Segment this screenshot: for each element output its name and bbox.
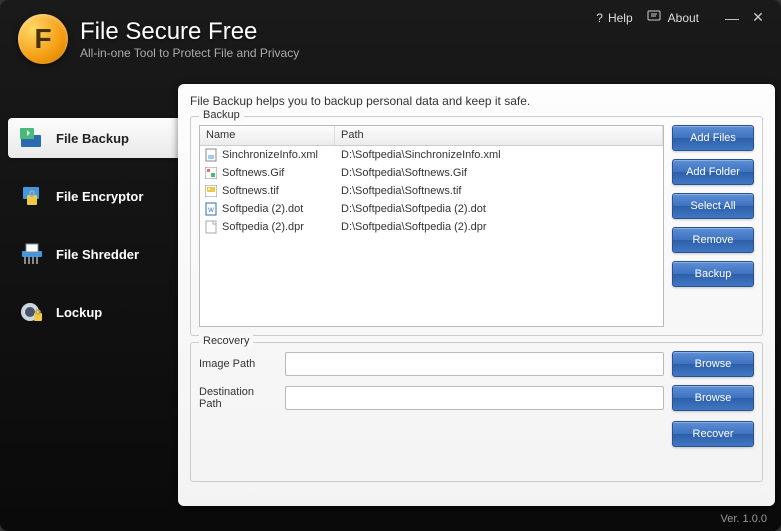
app-window: F File Secure Free All-in-one Tool to Pr… [0, 0, 781, 531]
file-path: D:\Softpedia\Softpedia (2).dot [335, 203, 663, 215]
sidebar-item-file-backup[interactable]: File Backup [8, 118, 178, 158]
about-label: About [668, 11, 699, 25]
table-row[interactable]: SinchronizeInfo.xml D:\Softpedia\Sinchro… [200, 146, 663, 164]
about-link[interactable]: About [647, 10, 699, 25]
column-name[interactable]: Name [200, 126, 335, 145]
browse-destination-button[interactable]: Browse [672, 385, 754, 411]
select-all-button[interactable]: Select All [672, 193, 754, 219]
backup-fieldset: Backup Name Path SinchronizeInfo.xml D:\… [190, 116, 763, 336]
window-buttons: — ✕ [723, 11, 767, 25]
sidebar-item-label: Lockup [56, 305, 102, 320]
table-header: Name Path [200, 126, 663, 146]
table-row[interactable]: Softpedia (2).dpr D:\Softpedia\Softpedia… [200, 218, 663, 236]
backup-buttons: Add Files Add Folder Select All Remove B… [672, 125, 754, 327]
file-path: D:\Softpedia\Softnews.Gif [335, 167, 663, 179]
browse-image-button[interactable]: Browse [672, 351, 754, 377]
file-name: Softpedia (2).dpr [222, 221, 304, 233]
table-row[interactable]: Softnews.Gif D:\Softpedia\Softnews.Gif [200, 164, 663, 182]
sidebar-item-label: File Backup [56, 131, 129, 146]
table-row[interactable]: W Softpedia (2).dot D:\Softpedia\Softpedi… [200, 200, 663, 218]
minimize-button[interactable]: — [723, 11, 741, 25]
lockup-icon [18, 300, 46, 324]
file-name: Softnews.Gif [222, 167, 284, 179]
tif-file-icon [204, 184, 218, 198]
about-icon [647, 10, 663, 25]
gif-file-icon [204, 166, 218, 180]
column-path[interactable]: Path [335, 126, 663, 145]
image-path-label: Image Path [199, 358, 277, 370]
backup-fieldset-label: Backup [199, 109, 244, 121]
file-path: D:\Softpedia\Softnews.tif [335, 185, 663, 197]
top-controls: ? Help About — ✕ [596, 10, 767, 25]
title-block: File Secure Free All-in-one Tool to Prot… [80, 18, 299, 60]
file-path: D:\Softpedia\Softpedia (2).dpr [335, 221, 663, 233]
image-path-input[interactable] [285, 352, 664, 376]
app-subtitle: All-in-one Tool to Protect File and Priv… [80, 46, 299, 60]
description: File Backup helps you to backup personal… [190, 94, 763, 108]
table-body: SinchronizeInfo.xml D:\Softpedia\Sinchro… [200, 146, 663, 236]
file-name: SinchronizeInfo.xml [222, 149, 318, 161]
app-logo-icon: F [18, 14, 68, 64]
content-panel: File Backup helps you to backup personal… [178, 84, 775, 506]
backup-icon [18, 126, 46, 150]
add-folder-button[interactable]: Add Folder [672, 159, 754, 185]
recover-button[interactable]: Recover [672, 421, 754, 447]
encryptor-icon [18, 184, 46, 208]
file-name: Softpedia (2).dot [222, 203, 303, 215]
file-table: Name Path SinchronizeInfo.xml D:\Softped… [199, 125, 664, 327]
add-files-button[interactable]: Add Files [672, 125, 754, 151]
destination-path-input[interactable] [285, 386, 664, 410]
sidebar-item-lockup[interactable]: Lockup [8, 292, 178, 332]
header: F File Secure Free All-in-one Tool to Pr… [0, 0, 781, 78]
help-link[interactable]: ? Help [596, 11, 632, 25]
xml-file-icon [204, 148, 218, 162]
version-label: Ver. 1.0.0 [721, 513, 767, 525]
remove-button[interactable]: Remove [672, 227, 754, 253]
table-row[interactable]: Softnews.tif D:\Softpedia\Softnews.tif [200, 182, 663, 200]
svg-text:W: W [208, 208, 214, 214]
sidebar-item-label: File Shredder [56, 247, 139, 262]
sidebar-item-file-shredder[interactable]: File Shredder [8, 234, 178, 274]
help-icon: ? [596, 11, 603, 25]
destination-path-label: Destination Path [199, 386, 277, 410]
recovery-fieldset-label: Recovery [199, 335, 253, 347]
help-label: Help [608, 11, 633, 25]
generic-file-icon [204, 220, 218, 234]
file-path: D:\Softpedia\SinchronizeInfo.xml [335, 149, 663, 161]
body: File Backup File Encryptor File Shredder… [0, 78, 781, 506]
backup-button[interactable]: Backup [672, 261, 754, 287]
doc-file-icon: W [204, 202, 218, 216]
sidebar-item-file-encryptor[interactable]: File Encryptor [8, 176, 178, 216]
app-title: File Secure Free [80, 18, 299, 46]
shredder-icon [18, 242, 46, 266]
sidebar: File Backup File Encryptor File Shredder… [0, 78, 178, 506]
close-button[interactable]: ✕ [749, 11, 767, 25]
file-name: Softnews.tif [222, 185, 279, 197]
sidebar-item-label: File Encryptor [56, 189, 143, 204]
recovery-fieldset: Recovery Image Path Browse Destination P… [190, 342, 763, 482]
